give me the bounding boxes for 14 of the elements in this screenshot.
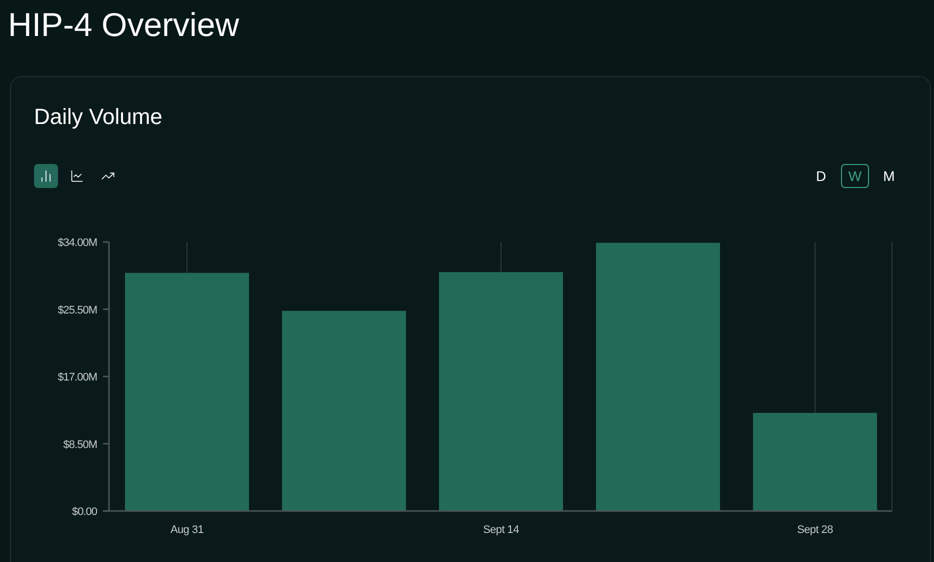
- y-tick-label: $0.00: [72, 506, 97, 518]
- x-tick-label: Sept 28: [797, 524, 833, 536]
- y-tick-label: $25.50M: [58, 304, 97, 316]
- interval-button[interactable]: M: [875, 164, 903, 188]
- bar-chart-icon[interactable]: [34, 164, 58, 188]
- interval-button[interactable]: W: [841, 164, 869, 188]
- y-tick-label: $8.50M: [63, 438, 97, 451]
- x-tick-label: Aug 31: [170, 524, 204, 536]
- interval-button[interactable]: D: [807, 164, 835, 188]
- y-tick-label: $34.00M: [58, 237, 97, 249]
- page-title: HIP-4 Overview: [8, 5, 240, 45]
- card-title: Daily Volume: [34, 103, 162, 131]
- y-tick-label: $17.00M: [58, 372, 97, 384]
- x-tick-label: Sept 14: [483, 524, 519, 536]
